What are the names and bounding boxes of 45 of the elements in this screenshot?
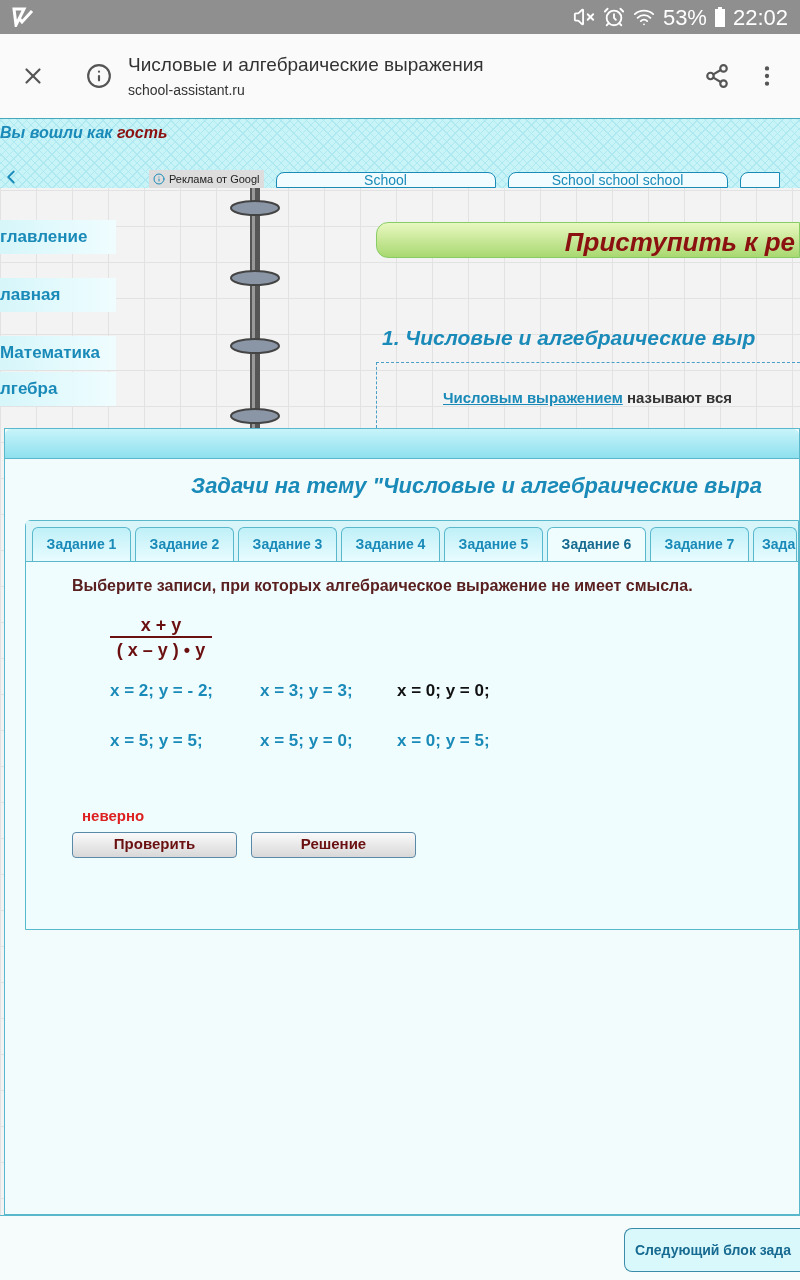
definition-text: Числовым выражением называют вся bbox=[443, 387, 734, 408]
answer-option[interactable]: x = 0; y = 5; bbox=[397, 727, 547, 753]
alarm-icon bbox=[602, 6, 625, 28]
answer-option[interactable]: x = 5; y = 0; bbox=[260, 727, 397, 753]
clock-time: 22:02 bbox=[732, 3, 788, 32]
start-button[interactable]: Приступить к ре bbox=[376, 222, 800, 258]
sidebar-item[interactable]: Математика bbox=[0, 336, 116, 370]
answer-option[interactable]: x = 0; y = 0; bbox=[397, 678, 547, 704]
task-tab[interactable]: Зада bbox=[753, 527, 797, 561]
ad-label-text: Реклама от Googl bbox=[169, 171, 260, 187]
login-status: Вы вошли как гость bbox=[0, 123, 169, 143]
task-tab[interactable]: Задание 2 bbox=[135, 527, 234, 561]
fraction-denominator: ( x – y ) • y bbox=[116, 639, 206, 662]
task-tab[interactable]: Задание 1 bbox=[32, 527, 131, 561]
nav-tab[interactable]: School school school bbox=[507, 172, 728, 188]
task-tab[interactable]: Задание 6 bbox=[547, 527, 646, 561]
sidebar-item[interactable]: главление bbox=[0, 220, 116, 254]
task-tab[interactable]: Задание 5 bbox=[444, 527, 543, 561]
nav-tab[interactable] bbox=[739, 172, 780, 188]
section-heading: 1. Числовые и алгебраические выр bbox=[382, 325, 757, 351]
info-icon bbox=[153, 173, 165, 185]
check-notification-icon bbox=[12, 7, 34, 27]
task-tab[interactable]: Задание 4 bbox=[341, 527, 440, 561]
action-button[interactable]: Решение bbox=[251, 831, 416, 858]
answer-option[interactable]: x = 5; y = 5; bbox=[110, 727, 260, 753]
sidebar-item[interactable]: лгебра bbox=[0, 372, 116, 406]
page-url: school-assistant.ru bbox=[128, 80, 246, 100]
task-tab[interactable]: Задание 7 bbox=[650, 527, 749, 561]
question-text: Выберите записи, при которых алгебраическое выражение не имеет смысла. bbox=[72, 576, 694, 596]
next-block-button[interactable]: Следующий блок зада bbox=[624, 1228, 800, 1272]
task-tab[interactable]: Задание 3 bbox=[238, 527, 337, 561]
share-icon[interactable] bbox=[704, 63, 730, 89]
action-button[interactable]: Проверить bbox=[72, 831, 237, 858]
fraction-numerator: x + y bbox=[140, 614, 182, 636]
page-title: Числовые и алгебраические выражения bbox=[128, 53, 484, 78]
battery-percent: 53% bbox=[662, 3, 707, 32]
answer-option[interactable]: x = 2; y = - 2; bbox=[110, 678, 260, 704]
answer-option[interactable]: x = 3; y = 3; bbox=[260, 678, 397, 704]
nav-tab[interactable]: School bbox=[275, 172, 496, 188]
sidebar-item[interactable]: лавная bbox=[0, 278, 116, 312]
panel-title: Задачи на тему "Числовые и алгебраические выра bbox=[191, 472, 763, 500]
info-icon[interactable] bbox=[86, 63, 112, 89]
feedback-text: неверно bbox=[82, 806, 146, 826]
battery-icon bbox=[714, 7, 725, 27]
mute-icon bbox=[572, 6, 595, 28]
